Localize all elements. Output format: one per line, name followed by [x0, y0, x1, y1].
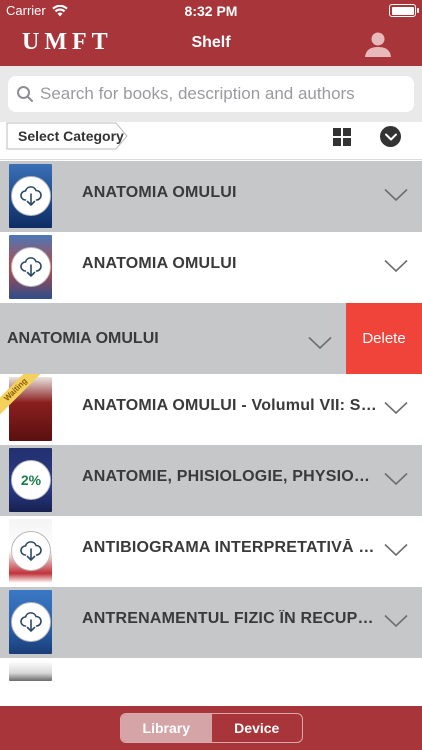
download-badge[interactable] [11, 602, 51, 642]
tab-library[interactable]: Library [121, 714, 212, 742]
book-row-swiped[interactable]: ANATOMIA OMULUI Delete [0, 303, 422, 374]
chevron-down-icon[interactable] [308, 336, 332, 350]
book-title: ANTIBIOGRAMA INTERPRETATIVĂ ȘI REZISTENȚ… [82, 539, 378, 556]
book-title: ANATOMIA OMULUI [82, 255, 237, 272]
book-row[interactable]: ANATOMIA OMULUI [0, 232, 422, 303]
chevron-down-icon [384, 133, 397, 140]
book-list: ANATOMIA OMULUI ANATOMIA OMULUI ANATOMIA… [0, 161, 422, 706]
book-cover [9, 661, 52, 681]
tab-device[interactable]: Device [212, 714, 303, 742]
select-category-label: Select Category [18, 128, 124, 144]
status-time: 8:32 PM [184, 3, 238, 19]
progress-percent: 2% [20, 472, 42, 488]
search-icon [10, 76, 40, 112]
status-bar: Carrier 8:32 PM [0, 0, 422, 22]
app-root: Carrier 8:32 PM UMFT Shelf Search for bo… [0, 0, 422, 750]
page-title: Shelf [191, 34, 231, 51]
waiting-ribbon: Waiting [0, 374, 60, 434]
book-row[interactable]: 2% ANATOMIE, PHISIOLOGIE, PHYSIOPATHOLOG… [0, 445, 422, 516]
bottom-tab-bar: Library Device [0, 706, 422, 750]
delete-button[interactable]: Delete [346, 303, 422, 374]
download-badge[interactable] [11, 247, 51, 287]
cloud-download-icon [20, 541, 42, 561]
top-bar: Carrier 8:32 PM UMFT Shelf [0, 0, 422, 66]
chevron-down-icon[interactable] [384, 401, 408, 415]
chevron-down-icon[interactable] [384, 543, 408, 557]
book-title: ANTRENAMENTUL FIZIC ÎN RECUPERARE [82, 610, 378, 627]
download-badge[interactable] [11, 531, 51, 571]
book-title: ANATOMIA OMULUI [82, 184, 237, 201]
book-row-partial[interactable] [0, 658, 422, 681]
segmented-control: Library Device [120, 713, 303, 743]
chevron-down-icon[interactable] [384, 472, 408, 486]
book-row[interactable]: ANTIBIOGRAMA INTERPRETATIVĂ ȘI REZISTENȚ… [0, 516, 422, 587]
book-row[interactable]: ANTRENAMENTUL FIZIC ÎN RECUPERARE [0, 587, 422, 658]
profile-button[interactable] [364, 30, 392, 58]
navigation-bar: UMFT Shelf [0, 22, 422, 66]
battery-icon [389, 4, 419, 17]
download-badge[interactable] [11, 176, 51, 216]
chevron-down-icon[interactable] [384, 259, 408, 273]
book-title: ANATOMIA OMULUI [7, 330, 159, 347]
search-input[interactable] [40, 84, 400, 104]
book-row[interactable]: ANATOMIA OMULUI [0, 161, 422, 232]
search-field[interactable] [8, 76, 414, 112]
waiting-label: Waiting [0, 374, 42, 416]
book-title: ANATOMIE, PHISIOLOGIE, PHYSIOPATHOLOGIE [82, 468, 378, 485]
search-bar [0, 66, 422, 122]
cloud-download-icon [20, 186, 42, 206]
progress-badge: 2% [11, 460, 51, 500]
grid-view-icon[interactable] [333, 128, 351, 146]
category-bar: Select Category [0, 122, 422, 160]
book-title: ANATOMIA OMULUI - Volumul VII: Sistemul … [82, 397, 378, 414]
select-category-button[interactable]: Select Category [6, 122, 128, 150]
chevron-down-icon[interactable] [384, 614, 408, 628]
book-row[interactable]: Waiting ANATOMIA OMULUI - Volumul VII: S… [0, 374, 422, 445]
cloud-download-icon [20, 257, 42, 277]
sort-dropdown-button[interactable] [380, 126, 401, 147]
chevron-down-icon[interactable] [384, 188, 408, 202]
cloud-download-icon [20, 612, 42, 632]
